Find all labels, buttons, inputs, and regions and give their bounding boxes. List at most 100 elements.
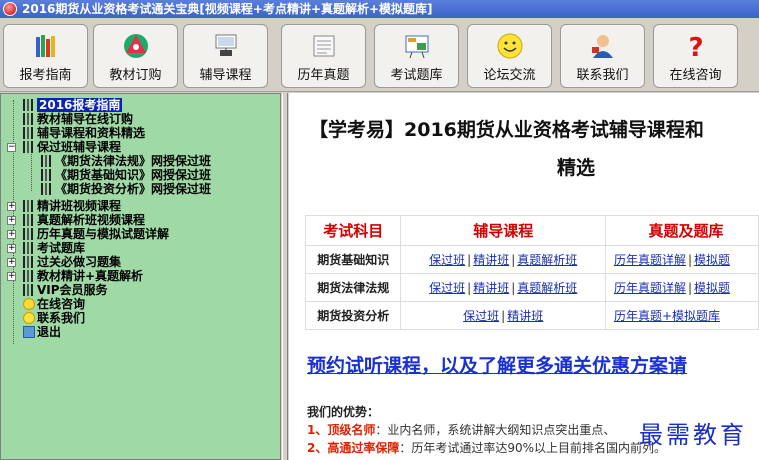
promo-link[interactable]: 预约试听课程，以及了解更多通关优惠方案请 <box>307 351 687 378</box>
expand-toggle[interactable]: + <box>7 230 16 239</box>
smiley-icon <box>23 298 35 310</box>
folder-bars-icon <box>23 141 35 153</box>
exam-analysis-class-link[interactable]: 真题解析班 <box>517 281 577 295</box>
content-panel: 【学考易】2016期货从业资格考试辅导课程和 精选 考试科目 辅导课程 真题及题… <box>289 93 759 460</box>
advantage-item: 1、顶级名师：业内名师，系统讲解大纲知识点突出重点、 <box>307 423 616 437</box>
smiley-icon <box>497 33 522 59</box>
tree-item-basics-class[interactable]: 《期货基础知识》网授保过班 <box>41 168 211 182</box>
folder-bars-icon <box>23 256 35 268</box>
toolbar: 报考指南 教材订购 辅导课程 历年真题 考试题库 论坛交流 联系我们 ? 在线咨… <box>0 18 759 92</box>
user-contact-icon <box>591 35 613 58</box>
guarantee-class-link[interactable]: 保过班 <box>463 309 499 323</box>
folder-bars-icon <box>23 127 35 139</box>
past-exams-link[interactable]: 历年真题详解 <box>614 253 686 267</box>
mock-exam-link[interactable]: 模拟题 <box>694 281 730 295</box>
svg-text:?: ? <box>688 33 703 61</box>
courses-cell: 保过班 | 精讲班 | 真题解析班 <box>400 273 606 302</box>
cd-icon <box>123 34 148 58</box>
course-table: 考试科目 辅导课程 真题及题库 期货基础知识 保过班 | 精讲班 | 真题解析班 历年真… <box>304 215 759 330</box>
subject-cell: 期货投资分析 <box>304 301 402 330</box>
folder-bars-icon <box>41 169 53 181</box>
tree-item-analysis-class[interactable]: 《期货投资分析》网授保过班 <box>41 182 211 196</box>
title-bar: 2016期货从业资格考试通关宝典[视频课程+考点精讲+真题解析+模拟题库] <box>0 0 759 18</box>
page-heading: 【学考易】2016期货从业资格考试辅导课程和 <box>309 119 704 141</box>
toolbar-button-past-exams[interactable]: 历年真题 <box>281 24 366 88</box>
exit-icon <box>23 326 35 338</box>
guarantee-class-link[interactable]: 保过班 <box>429 281 465 295</box>
app-icon <box>3 2 17 16</box>
tree-item-exam-analysis-video[interactable]: + 真题解析班视频课程 <box>7 213 145 227</box>
bank-cell: 历年真题+模拟题库 <box>604 301 759 330</box>
folder-bars-icon <box>23 99 35 111</box>
panel-splitter[interactable] <box>282 93 288 460</box>
lecture-class-link[interactable]: 精讲班 <box>473 281 509 295</box>
page-heading-continuation: 精选 <box>557 157 596 179</box>
folder-bars-icon <box>41 155 53 167</box>
books-icon <box>35 35 55 57</box>
guarantee-class-link[interactable]: 保过班 <box>429 253 465 267</box>
exam-analysis-class-link[interactable]: 真题解析班 <box>517 253 577 267</box>
advantage-item: 2、高通过率保障：历年考试通过率达90%以上目前排名国内前列。 <box>307 441 667 455</box>
toolbar-button-online-consult[interactable]: ? 在线咨询 <box>653 24 738 88</box>
bank-cell: 历年真题详解 | 模拟题 <box>604 245 759 274</box>
expand-toggle[interactable]: + <box>7 244 16 253</box>
watermark: 最需教育 <box>639 421 747 449</box>
smiley-icon <box>23 312 35 324</box>
folder-bars-icon <box>23 284 35 296</box>
folder-bars-icon <box>23 270 35 282</box>
past-exams-link[interactable]: 历年真题详解 <box>614 281 686 295</box>
window-title: 2016期货从业资格考试通关宝典[视频课程+考点精讲+真题解析+模拟题库] <box>22 2 433 16</box>
advantages-title: 我们的优势： <box>307 405 380 419</box>
tree-item-exercise-set[interactable]: + 过关必做习题集 <box>7 255 121 269</box>
lecture-class-link[interactable]: 精讲班 <box>507 309 543 323</box>
table-row: 期货投资分析 保过班 | 精讲班 历年真题+模拟题库 <box>304 301 759 330</box>
tree-item-textbook-analysis[interactable]: + 教材精讲+真题解析 <box>7 269 143 283</box>
subject-cell: 期货法律法规 <box>304 273 402 302</box>
lecture-class-link[interactable]: 精讲班 <box>473 253 509 267</box>
table-row: 期货法律法规 保过班 | 精讲班 | 真题解析班 历年真题详解 | 模拟题 <box>304 273 759 302</box>
column-header-courses: 辅导课程 <box>400 215 606 246</box>
toolbar-button-forum[interactable]: 论坛交流 <box>467 24 552 88</box>
table-row: 期货基础知识 保过班 | 精讲班 | 真题解析班 历年真题详解 | 模拟题 <box>304 245 759 274</box>
courses-cell: 保过班 | 精讲班 | 真题解析班 <box>400 245 606 274</box>
mock-exam-link[interactable]: 模拟题 <box>694 253 730 267</box>
folder-bars-icon <box>41 183 53 195</box>
toolbar-button-textbook-order[interactable]: 教材订购 <box>93 24 178 88</box>
bank-cell: 历年真题详解 | 模拟题 <box>604 273 759 302</box>
column-header-question-bank: 真题及题库 <box>604 215 759 246</box>
folder-bars-icon <box>23 228 35 240</box>
courses-cell: 保过班 | 精讲班 <box>400 301 606 330</box>
expand-toggle[interactable]: + <box>7 272 16 281</box>
expand-toggle[interactable]: + <box>7 216 16 225</box>
expand-toggle[interactable]: + <box>7 202 16 211</box>
tree-item-online-consult[interactable]: 在线咨询 <box>23 297 85 311</box>
toolbar-button-exam-guide[interactable]: 报考指南 <box>3 24 88 88</box>
collapse-toggle[interactable]: − <box>7 143 16 152</box>
tree-item-textbook-order[interactable]: 教材辅导在线订购 <box>23 112 133 126</box>
tree-item-law-class[interactable]: 《期货法律法规》网授保过班 <box>41 154 211 168</box>
newspaper-icon <box>313 35 334 57</box>
toolbar-button-contact[interactable]: 联系我们 <box>560 24 645 88</box>
tree-item-contact[interactable]: 联系我们 <box>23 311 85 325</box>
toolbar-button-tutoring-course[interactable]: 辅导课程 <box>183 24 268 88</box>
tree-item-lecture-video[interactable]: + 精讲班视频课程 <box>7 199 121 213</box>
navigation-tree: 2016报考指南 教材辅导在线订购 辅导课程和资料精选 − 保过班辅导课程 《期… <box>0 93 281 460</box>
tree-item-exam-guide[interactable]: 2016报考指南 <box>23 98 123 112</box>
tree-item-vip[interactable]: VIP会员服务 <box>23 283 108 297</box>
tree-item-exit[interactable]: 退出 <box>23 325 61 339</box>
folder-bars-icon <box>23 214 35 226</box>
subject-cell: 期货基础知识 <box>304 245 402 274</box>
exam-board-icon <box>405 35 428 59</box>
toolbar-button-question-bank[interactable]: 考试题库 <box>374 24 459 88</box>
table-header-row: 考试科目 辅导课程 真题及题库 <box>304 215 759 246</box>
column-header-subject: 考试科目 <box>304 215 402 246</box>
tree-item-past-exams[interactable]: + 历年真题与模拟试题详解 <box>7 227 169 241</box>
tree-item-question-bank[interactable]: + 考试题库 <box>7 241 85 255</box>
expand-toggle[interactable]: + <box>7 258 16 267</box>
tree-item-course-selection[interactable]: 辅导课程和资料精选 <box>23 126 145 140</box>
folder-bars-icon <box>23 113 35 125</box>
tree-item-guarantee-class[interactable]: − 保过班辅导课程 <box>7 140 121 154</box>
past-exams-mock-bank-link[interactable]: 历年真题+模拟题库 <box>614 309 720 323</box>
projector-icon <box>215 34 236 56</box>
question-icon: ? <box>688 33 703 61</box>
